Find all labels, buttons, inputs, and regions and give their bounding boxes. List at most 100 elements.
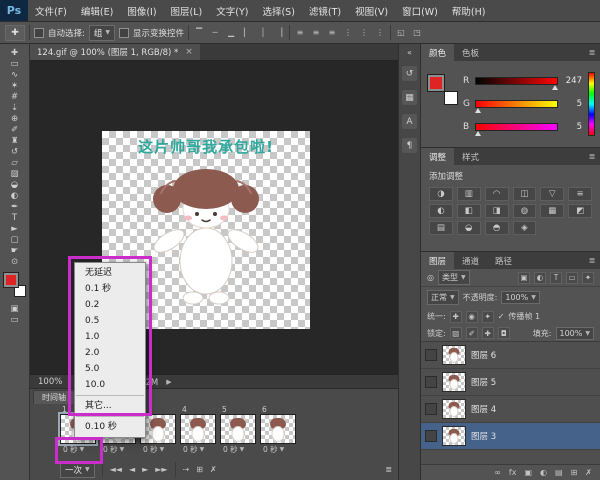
brush-tool[interactable]: ✐ [3, 124, 27, 135]
slider-thumb[interactable] [551, 84, 558, 90]
distribute-left-edges-icon[interactable]: ⋮ [342, 26, 354, 40]
align-top-edges-icon[interactable]: ▔ [193, 26, 205, 40]
foreground-background-swatches[interactable] [2, 272, 26, 297]
menu-type[interactable]: 文字(Y) [209, 0, 255, 21]
show-transform-checkbox[interactable] [119, 27, 130, 38]
opacity-dropdown[interactable]: 100% ▼ [501, 291, 540, 304]
propagate-checkbox[interactable]: ✓ [498, 312, 505, 321]
delay-option-0-1s[interactable]: 0.1 秒 [75, 281, 145, 297]
invert-icon[interactable]: ◩ [568, 204, 592, 218]
channel-mixer-icon[interactable]: ◍ [512, 204, 537, 218]
tween-button[interactable]: ⇢ [183, 465, 190, 474]
menu-help[interactable]: 帮助(H) [445, 0, 493, 21]
delete-frame-button[interactable]: ✗ [210, 465, 217, 474]
expand-panels-icon[interactable]: « [402, 47, 417, 57]
zoom-level[interactable]: 100% [38, 377, 62, 387]
lock-position-icon[interactable]: ✚ [481, 327, 494, 339]
layer-thumbnail[interactable] [442, 372, 466, 392]
status-arrow-icon[interactable]: ▶ [166, 378, 171, 386]
gradient-map-icon[interactable]: ◈ [512, 221, 537, 235]
delete-layer-icon[interactable]: ✗ [585, 468, 592, 477]
new-adjustment-layer-icon[interactable]: ◐ [540, 468, 547, 477]
filter-type-layers-icon[interactable]: T [550, 271, 562, 284]
tab-adjustments[interactable]: 调整 [421, 148, 455, 165]
move-tool[interactable]: ✚ [3, 47, 27, 58]
align-horizontal-centers-icon[interactable]: │ [257, 26, 269, 40]
distribute-top-edges-icon[interactable]: ≡ [294, 26, 306, 40]
filter-type-dropdown[interactable]: 类型 ▼ [437, 270, 470, 285]
threshold-icon[interactable]: ◒ [456, 221, 481, 235]
next-frame-button[interactable]: ►► [155, 465, 167, 474]
quick-selection-tool[interactable]: ✶ [3, 80, 27, 91]
background-color-swatch[interactable] [444, 91, 458, 105]
panel-menu-icon[interactable]: ≣ [584, 252, 600, 269]
crop-tool[interactable]: # [3, 91, 27, 102]
menu-filter[interactable]: 滤镜(T) [302, 0, 348, 21]
unify-position-icon[interactable]: ✚ [449, 310, 462, 323]
delay-option-0-10s[interactable]: 0.10 秒 [75, 419, 145, 435]
fill-dropdown[interactable]: 100% ▼ [555, 326, 594, 340]
foreground-color-swatch[interactable] [427, 74, 445, 92]
blend-mode-dropdown[interactable]: 正常 ▼ [427, 290, 459, 305]
duplicate-frame-button[interactable]: ⊞ [196, 465, 203, 474]
timeline-frame[interactable]: 4 0 秒 ▼ [180, 405, 218, 454]
filter-shape-layers-icon[interactable]: ▭ [566, 271, 578, 284]
distribute-vertical-centers-icon[interactable]: ≡ [310, 26, 322, 40]
path-selection-tool[interactable]: ► [3, 223, 27, 234]
history-brush-tool[interactable]: ↺ [3, 146, 27, 157]
delay-option-1-0[interactable]: 1.0 [75, 329, 145, 345]
hand-tool[interactable]: ☛ [3, 245, 27, 256]
vibrance-icon[interactable]: ▽ [540, 187, 565, 201]
align-bottom-edges-icon[interactable]: ▁ [225, 26, 237, 40]
unify-style-icon[interactable]: ✦ [481, 310, 494, 323]
color-ramp[interactable] [588, 72, 595, 136]
menu-window[interactable]: 窗口(W) [395, 0, 445, 21]
filter-smart-objects-icon[interactable]: ✦ [582, 271, 594, 284]
distribute-horizontal-centers-icon[interactable]: ⋮ [358, 26, 370, 40]
timeline-tab[interactable]: 时间轴 [33, 390, 75, 404]
auto-select-dropdown[interactable]: 组 ▼ [88, 24, 116, 41]
history-panel-icon[interactable]: ↺ [402, 66, 417, 81]
frame-delay-selector[interactable]: 0 秒 ▼ [100, 444, 138, 454]
align-right-edges-icon[interactable]: ▕ [273, 26, 285, 40]
red-channel-slider[interactable] [475, 76, 558, 90]
layer-visibility-toggle[interactable] [425, 403, 437, 415]
link-layers-icon[interactable]: ∞ [494, 468, 501, 477]
tab-paths[interactable]: 路径 [487, 252, 520, 269]
curves-icon[interactable]: ◠ [484, 187, 509, 201]
tab-color[interactable]: 颜色 [421, 44, 455, 61]
previous-frame-button[interactable]: ◄ [129, 465, 135, 474]
selective-color-icon[interactable]: ◓ [484, 221, 509, 235]
slider-thumb[interactable] [474, 107, 481, 113]
layer-row[interactable]: 图层 4 [421, 396, 600, 423]
exposure-icon[interactable]: ◫ [512, 187, 537, 201]
auto-select-checkbox[interactable] [34, 27, 44, 38]
play-button[interactable]: ► [142, 465, 148, 474]
3d-mode-icon[interactable]: ◳ [411, 26, 423, 40]
menu-file[interactable]: 文件(F) [28, 0, 74, 21]
swatches-panel-icon[interactable]: ▦ [402, 90, 417, 105]
distribute-right-edges-icon[interactable]: ⋮ [374, 26, 386, 40]
delay-option-10-0[interactable]: 10.0 [75, 377, 145, 393]
timeline-frame[interactable]: 6 0 秒 ▼ [260, 405, 298, 454]
pen-tool[interactable]: ✒ [3, 201, 27, 212]
first-frame-button[interactable]: ◄◄ [110, 465, 122, 474]
foreground-color-swatch[interactable] [2, 272, 19, 288]
lasso-tool[interactable]: ∿ [3, 69, 27, 80]
panel-menu-icon[interactable]: ≣ [584, 44, 600, 61]
shape-tool[interactable]: ▢ [3, 234, 27, 245]
tab-swatches[interactable]: 色板 [454, 44, 487, 61]
screen-mode-icon[interactable]: ▭ [3, 314, 27, 325]
marquee-tool[interactable]: ▭ [3, 58, 27, 69]
layer-mask-icon[interactable]: ▣ [524, 468, 532, 477]
tab-channels[interactable]: 通道 [454, 252, 487, 269]
healing-brush-tool[interactable]: ⊕ [3, 113, 27, 124]
delay-option-other[interactable]: 其它... [75, 398, 145, 414]
panel-color-swatches[interactable] [427, 74, 458, 105]
tab-layers[interactable]: 图层 [421, 252, 455, 269]
frame-thumbnail[interactable] [220, 414, 256, 444]
dodge-tool[interactable]: ◐ [3, 190, 27, 201]
document-tab[interactable]: 124.gif @ 100% (图层 1, RGB/8) * × [30, 44, 200, 60]
layer-thumbnail[interactable] [442, 345, 466, 365]
blue-channel-value[interactable]: 5 [562, 122, 582, 132]
